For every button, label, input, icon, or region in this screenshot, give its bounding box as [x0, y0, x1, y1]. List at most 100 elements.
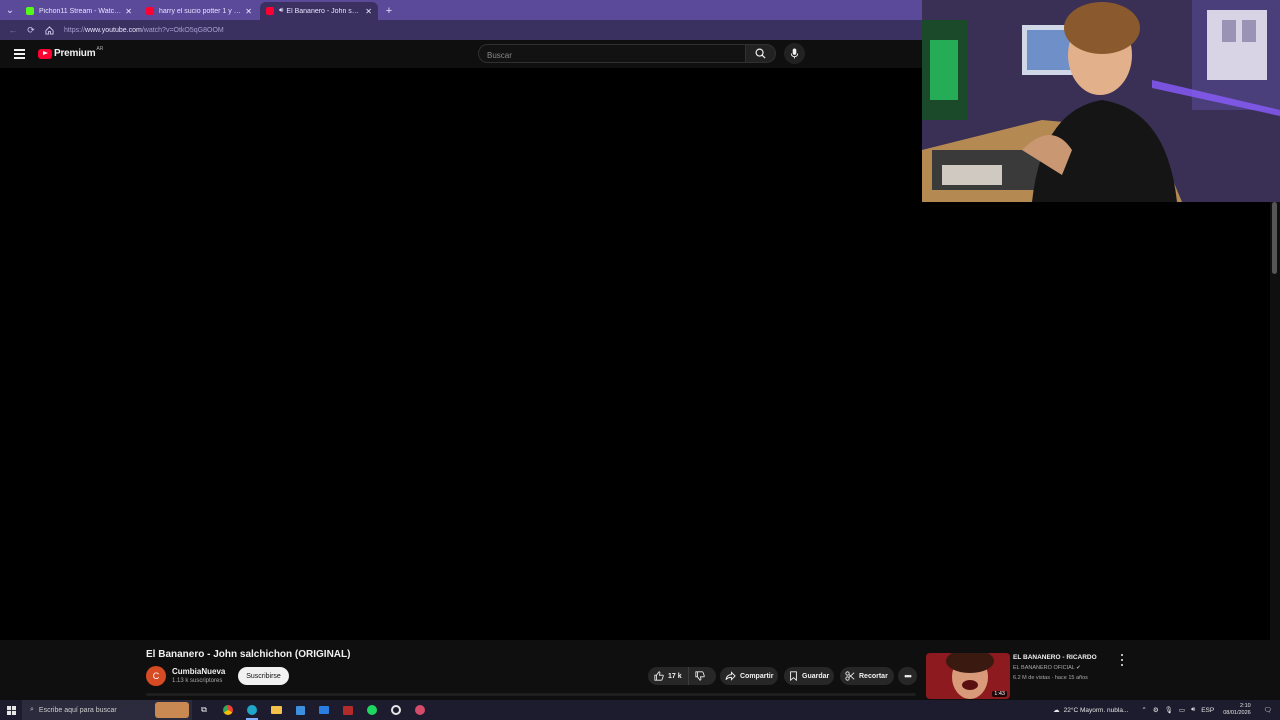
system-tray: ☁︎ 22°C Mayorm. nubla... ⌃ ⚙︎ 🎙︎ ▭ 🔊︎ ES…: [1053, 700, 1280, 720]
file-explorer-button[interactable]: [264, 700, 288, 720]
tab-title: El Bananero - John salchichon: [286, 7, 361, 15]
voice-search-button[interactable]: [784, 43, 805, 64]
share-label: Compartir: [740, 672, 774, 680]
obs-app-button[interactable]: [336, 700, 360, 720]
new-tab-button[interactable]: +: [380, 2, 398, 20]
channel-avatar[interactable]: C: [146, 666, 166, 686]
recorder-app-button[interactable]: [384, 700, 408, 720]
app-icon: [343, 705, 353, 715]
url-prefix: https://: [64, 26, 86, 34]
task-view-button[interactable]: ⧉: [192, 700, 216, 720]
like-button[interactable]: 17 k: [648, 667, 689, 685]
home-button[interactable]: [40, 22, 58, 38]
channel-label: EL BANANERO OFICIAL: [1013, 665, 1075, 671]
task-view-icon: ⧉: [201, 705, 207, 714]
reload-button[interactable]: ⟳: [22, 22, 40, 38]
close-icon[interactable]: ✕: [245, 7, 252, 16]
search-input[interactable]: [479, 47, 745, 64]
language-indicator[interactable]: ESP: [1201, 707, 1214, 714]
chrome-app-button[interactable]: [216, 700, 240, 720]
video-title: El Bananero - John salchichon (ORIGINAL): [146, 649, 351, 660]
more-vertical-icon[interactable]: [1118, 654, 1126, 666]
search-icon: ⌕: [30, 706, 34, 713]
youtube-premium-logo[interactable]: Premium AR: [38, 45, 104, 59]
network-icon[interactable]: ▭: [1179, 706, 1185, 714]
clock[interactable]: 2:10 08/01/2026: [1223, 703, 1251, 717]
menu-icon[interactable]: [14, 49, 25, 59]
thumbs-down-icon: [695, 671, 705, 681]
channel-name[interactable]: CumbiaNueva: [172, 667, 225, 676]
subscriber-count: 1.13 k suscriptores: [172, 678, 223, 684]
home-icon: [44, 25, 54, 35]
notification-icon[interactable]: 🗨︎: [1264, 706, 1272, 714]
clock-date: 08/01/2026: [1223, 710, 1251, 716]
search-button[interactable]: [746, 44, 776, 63]
recommended-video-meta: 6.2 M de vistas · hace 15 años: [1013, 675, 1088, 681]
search-box[interactable]: [478, 44, 746, 64]
address-bar: ← ⟳ https://www.youtube.com/watch?v=OtkO…: [0, 20, 922, 40]
subscribe-button[interactable]: Suscribirse: [238, 667, 289, 685]
windows-taskbar: ⌕ Escribe aquí para buscar ⧉ ☁︎ 22°C May…: [0, 700, 1280, 720]
recommended-video-channel[interactable]: EL BANANERO OFICIAL ✔: [1013, 665, 1081, 671]
mail-app-button[interactable]: [312, 700, 336, 720]
video-duration: 1:43: [992, 691, 1007, 697]
tab-title: Pichon11 Stream - Watch Live on: [39, 7, 121, 15]
volume-icon[interactable]: 🔊︎: [1191, 706, 1195, 714]
url-path: /watch?v=OtkO5qG8OOM: [141, 26, 224, 34]
video-info: El Bananero - John salchichon (ORIGINAL)…: [0, 640, 1280, 700]
browser-tab-bananero[interactable]: 🔊︎ El Bananero - John salchichon ✕: [260, 2, 378, 20]
store-app-button[interactable]: [288, 700, 312, 720]
save-button[interactable]: Guardar: [784, 667, 834, 685]
weather-widget[interactable]: ☁︎ 22°C Mayorm. nubla...: [1053, 706, 1128, 715]
edge-icon: [247, 705, 257, 715]
description-box-edge: [146, 693, 916, 696]
chevron-down-icon: ⌄: [5, 4, 15, 16]
edge-app-button[interactable]: [240, 700, 264, 720]
spotify-app-button[interactable]: [360, 700, 384, 720]
close-icon[interactable]: ✕: [365, 7, 372, 16]
page-scrollbar[interactable]: [1270, 202, 1280, 700]
discord-app-button[interactable]: [408, 700, 432, 720]
scrollbar-thumb[interactable]: [1272, 202, 1277, 274]
browser-tabbar: ⌄ Pichon11 Stream - Watch Live on ✕ harr…: [0, 0, 922, 20]
kick-favicon-icon: [26, 7, 34, 15]
bookmark-icon: [790, 671, 797, 681]
browser-tab-kick[interactable]: Pichon11 Stream - Watch Live on ✕: [20, 2, 138, 20]
clip-button[interactable]: Recortar: [840, 667, 894, 685]
microphone-icon[interactable]: 🎙︎: [1165, 706, 1173, 714]
spotify-icon: [367, 705, 377, 715]
tab-title: harry el sucio potter 1 y 2 full hd: [159, 7, 241, 15]
webcam-overlay: [922, 0, 1280, 202]
settings-icon[interactable]: ⚙︎: [1153, 706, 1159, 714]
more-actions-button[interactable]: •••: [898, 667, 917, 685]
tab-search-button[interactable]: ⌄: [0, 0, 20, 20]
youtube-favicon-icon: [146, 7, 154, 15]
country-code: AR: [96, 45, 104, 52]
folder-icon: [270, 706, 282, 714]
back-button[interactable]: ←: [4, 22, 22, 38]
close-icon[interactable]: ✕: [125, 7, 132, 16]
speaker-icon[interactable]: 🔊︎: [279, 7, 283, 15]
url-host: www.youtube.com: [85, 26, 142, 34]
taskbar-search[interactable]: ⌕ Escribe aquí para buscar: [22, 700, 192, 720]
save-label: Guardar: [802, 672, 830, 680]
share-button[interactable]: Compartir: [720, 667, 778, 685]
youtube-favicon-icon: [266, 7, 274, 15]
dislike-button[interactable]: [689, 667, 711, 685]
weather-icon: ☁︎: [1053, 707, 1060, 714]
windows-logo-icon: [6, 705, 16, 715]
chevron-up-icon[interactable]: ⌃: [1141, 706, 1146, 714]
recommended-video-title[interactable]: EL BANANERO - RICARDO: [1013, 654, 1097, 661]
url-field[interactable]: https://www.youtube.com/watch?v=OtkO5qG8…: [64, 27, 224, 34]
browser-tab-harry[interactable]: harry el sucio potter 1 y 2 full hd ✕: [140, 2, 258, 20]
recommended-video-thumbnail[interactable]: 1:43: [926, 653, 1010, 699]
clip-label: Recortar: [859, 672, 888, 680]
discord-icon: [415, 705, 425, 715]
start-button[interactable]: [0, 700, 22, 720]
logo-text: Premium: [54, 48, 96, 59]
verified-icon: ✔: [1076, 665, 1081, 671]
more-horizontal-icon: •••: [904, 671, 912, 681]
like-count: 17 k: [668, 672, 682, 680]
chrome-icon: [223, 705, 233, 715]
share-icon: [725, 671, 736, 681]
